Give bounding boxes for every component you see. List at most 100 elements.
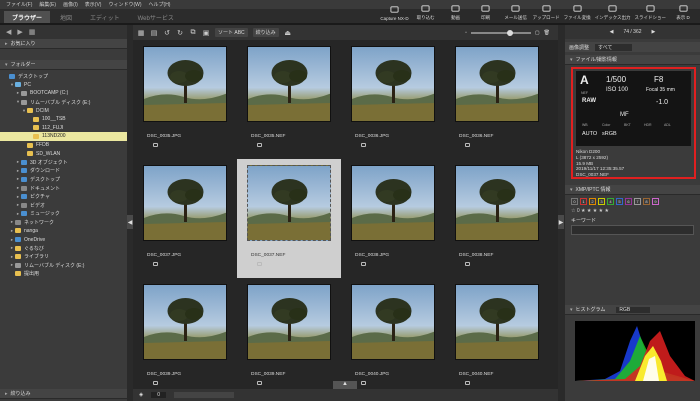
label-button[interactable]: 6 (625, 198, 632, 205)
thumbnail-image[interactable] (351, 165, 435, 241)
folder-tree-item[interactable]: 100__TSB (0, 115, 127, 124)
folder-tree-item[interactable]: ▸ ネットワーク (0, 218, 127, 227)
folders-header[interactable]: ▾ フォルダー (0, 60, 127, 70)
label-button[interactable]: 5 (616, 198, 623, 205)
thumbnail-cell[interactable]: DSC_0036.NEF (445, 40, 549, 159)
thumbnail-cell[interactable]: DSC_0038.NEF (445, 159, 549, 278)
rotate-right-icon[interactable]: ↻ (176, 29, 184, 37)
label-icon[interactable]: ◈ (139, 392, 143, 398)
histogram-mode-dropdown[interactable]: RGB (616, 306, 651, 313)
label-button[interactable]: 4 (607, 198, 614, 205)
folder-tree-item[interactable]: ▸ リムーバブル ディスク (E:) (0, 261, 127, 270)
folder-tree-item[interactable]: ▾ リムーバブル ディスク (E:) (0, 98, 127, 107)
folder-tree-item[interactable]: 112_FUJI (0, 124, 127, 133)
menu-item[interactable]: 表示(V) (85, 1, 102, 8)
folder-tree-item[interactable]: 113ND200 (0, 132, 127, 141)
folder-tree-item[interactable]: FFDB (0, 141, 127, 150)
thumbnail-cell[interactable]: DSC_0039.JPG (133, 278, 237, 389)
toolbar-button[interactable]: 表示 D (670, 0, 696, 23)
compare-icon[interactable]: ⧉ (189, 29, 197, 37)
tab[interactable]: エディット (82, 11, 128, 23)
toolbar-button[interactable]: 取り込む (413, 0, 439, 23)
tab[interactable]: ブラウザー (4, 11, 51, 23)
thumbnail-cell[interactable]: DSC_0035.NEF (237, 40, 341, 159)
folder-tree-item[interactable]: ▸ ダウンロード (0, 167, 127, 176)
folder-tree-item[interactable]: デスクトップ (0, 72, 127, 81)
thumbnail-image[interactable] (247, 165, 331, 241)
thumbnail-cell[interactable]: DSC_0037.NEF (237, 159, 341, 278)
folder-tree-item[interactable]: SD_WLAN (0, 149, 127, 158)
folder-tree-item[interactable]: ▸ ぐるなび (0, 244, 127, 253)
rotate-left-icon[interactable]: ↺ (163, 29, 171, 37)
sort-dropdown[interactable]: ソート ABC (215, 28, 248, 37)
group-icon[interactable]: ▣ (202, 29, 210, 37)
toolbar-button[interactable]: スライドショー (635, 0, 666, 23)
xmp-header[interactable]: ▾ XMP/IPTC 情報 (565, 185, 700, 195)
folder-tree-item[interactable]: ▸ ライブラリ (0, 252, 127, 261)
thumbnail-image[interactable] (143, 46, 227, 122)
folder-tree-item[interactable]: ▾ PC (0, 81, 127, 90)
toolbar-button[interactable]: インデックス出力 (595, 0, 631, 23)
forward-icon[interactable]: ▶ (17, 28, 22, 36)
folder-tree-item[interactable]: 提出用 (0, 270, 127, 279)
thumbnail-image[interactable] (351, 46, 435, 122)
menu-item[interactable]: ウィンドウ(W) (108, 1, 141, 8)
file-info-header[interactable]: ▾ ファイル/撮影情報 (565, 55, 700, 65)
menu-item[interactable]: 画像(I) (63, 1, 78, 8)
grid-view-icon[interactable]: ▦ (137, 29, 145, 37)
thumbnail-cell[interactable]: DSC_0040.JPG (341, 278, 445, 389)
adjust-dropdown[interactable]: すべて (595, 43, 633, 51)
thumbnail-cell[interactable]: DSC_0039.NEF (237, 278, 341, 389)
back-icon[interactable]: ◀ (6, 28, 11, 36)
thumbnail-cell[interactable]: DSC_0036.JPG (341, 40, 445, 159)
menu-item[interactable]: ヘルプ(H) (149, 1, 171, 8)
folder-tree-item[interactable]: ▸ BOOTCAMP (C:) (0, 89, 127, 98)
expand-filmstrip-icon[interactable]: ▲ (333, 381, 357, 389)
right-splitter[interactable]: ▶ (558, 25, 564, 401)
folder-tree-item[interactable]: ▸ 3D オブジェクト (0, 158, 127, 167)
menu-item[interactable]: 編集(E) (39, 1, 56, 8)
label-button[interactable]: 0 (571, 198, 578, 205)
label-button[interactable]: 9 (652, 198, 659, 205)
next-image-icon[interactable]: ▶ (652, 29, 656, 35)
thumbnail-cell[interactable]: DSC_0037.JPG (133, 159, 237, 278)
thumbnail-image[interactable] (455, 46, 539, 122)
keyword-input[interactable] (571, 225, 694, 235)
filter-header[interactable]: ▸ 絞り込み (0, 389, 127, 399)
eject-icon[interactable]: ⏏ (284, 29, 292, 37)
thumbnail-image[interactable] (455, 284, 539, 360)
folder-tree-item[interactable]: ▸ ミュージック (0, 210, 127, 219)
collapse-right-icon[interactable]: ▶ (558, 215, 564, 229)
thumbnail-cell[interactable]: DSC_0040.NEF (445, 278, 549, 389)
folder-tree-item[interactable]: ▾ DCIM (0, 106, 127, 115)
toolbar-button[interactable]: アップロード (533, 0, 560, 23)
view-menu-icon[interactable]: ▦ (29, 28, 36, 36)
list-view-icon[interactable]: ▤ (150, 29, 158, 37)
thumbnail-cell[interactable]: DSC_0038.JPG (341, 159, 445, 278)
folder-tree-item[interactable]: ▸ OneDrive (0, 235, 127, 244)
label-button[interactable]: 1 (580, 198, 587, 205)
folder-tree-item[interactable]: ▸ ドキュメント (0, 184, 127, 193)
thumbnail-image[interactable] (247, 284, 331, 360)
toolbar-button[interactable]: 印刷 (473, 0, 499, 23)
thumbnail-image[interactable] (143, 284, 227, 360)
tab[interactable]: Webサービス (130, 11, 182, 23)
menu-item[interactable]: ファイル(F) (6, 1, 32, 8)
thumbnail-cell[interactable]: DSC_0035.JPG (133, 40, 237, 159)
toolbar-button[interactable]: Capture NX-D (380, 0, 409, 23)
histogram-header[interactable]: ▾ ヒストグラム RGB (565, 305, 700, 315)
folder-tree-item[interactable]: ▸ nanga (0, 227, 127, 236)
thumbnail-image[interactable] (143, 165, 227, 241)
thumbnail-size-slider[interactable]: ▫ ▢ 🗑 (465, 29, 558, 36)
label-button[interactable]: 8 (643, 198, 650, 205)
label-button[interactable]: 2 (589, 198, 596, 205)
label-button[interactable]: 3 (598, 198, 605, 205)
toolbar-button[interactable]: 動画 (443, 0, 469, 23)
thumbnail-image[interactable] (455, 165, 539, 241)
filter-dropdown[interactable]: 絞り込み (252, 28, 279, 37)
folder-tree-item[interactable]: ▸ ピクチャ (0, 192, 127, 201)
toolbar-button[interactable]: ファイル変換 (564, 0, 591, 23)
slider-knob[interactable] (506, 29, 513, 36)
thumbnail-image[interactable] (351, 284, 435, 360)
toolbar-button[interactable]: メール送信 (503, 0, 529, 23)
